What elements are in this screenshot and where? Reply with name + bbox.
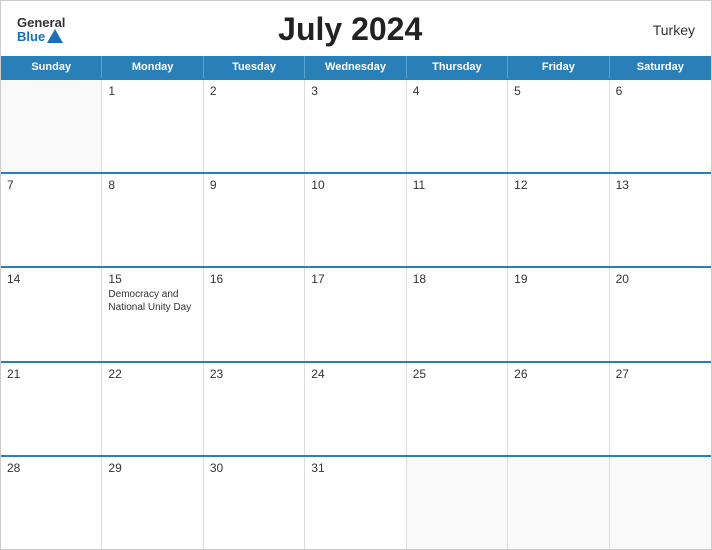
day-cell: 23	[204, 363, 305, 455]
day-cell: 11	[407, 174, 508, 266]
day-cell	[407, 457, 508, 549]
day-number: 17	[311, 272, 399, 286]
day-cell: 4	[407, 80, 508, 172]
day-cell: 25	[407, 363, 508, 455]
day-cell: 8	[102, 174, 203, 266]
day-number: 19	[514, 272, 602, 286]
day-cell: 12	[508, 174, 609, 266]
day-number: 6	[616, 84, 705, 98]
day-number: 10	[311, 178, 399, 192]
day-cell	[610, 457, 711, 549]
day-number: 21	[7, 367, 95, 381]
day-cell: 20	[610, 268, 711, 360]
week-row-5: 28 29 30 31	[1, 455, 711, 549]
week-row-3: 14 15 Democracy and National Unity Day 16 17…	[1, 266, 711, 360]
day-cell: 7	[1, 174, 102, 266]
day-number: 29	[108, 461, 196, 475]
day-number: 14	[7, 272, 95, 286]
logo-blue-text: Blue	[17, 30, 45, 43]
day-cell: 16	[204, 268, 305, 360]
day-cell: 21	[1, 363, 102, 455]
day-number: 15	[108, 272, 196, 286]
day-number: 9	[210, 178, 298, 192]
day-cell: 3	[305, 80, 406, 172]
day-cell: 2	[204, 80, 305, 172]
day-number: 18	[413, 272, 501, 286]
day-cell: 27	[610, 363, 711, 455]
day-number: 27	[616, 367, 705, 381]
day-headers-row: SundayMondayTuesdayWednesdayThursdayFrid…	[1, 56, 711, 78]
day-number: 8	[108, 178, 196, 192]
day-cell: 15 Democracy and National Unity Day	[102, 268, 203, 360]
day-cell	[508, 457, 609, 549]
logo-blue: Blue	[17, 29, 63, 43]
calendar-header: General Blue July 2024 Turkey	[1, 1, 711, 56]
day-cell: 31	[305, 457, 406, 549]
day-header-sunday: Sunday	[1, 56, 102, 78]
day-number: 25	[413, 367, 501, 381]
day-cell: 10	[305, 174, 406, 266]
country-name: Turkey	[635, 22, 695, 38]
day-number: 5	[514, 84, 602, 98]
day-number: 2	[210, 84, 298, 98]
day-cell: 26	[508, 363, 609, 455]
day-cell: 30	[204, 457, 305, 549]
day-header-wednesday: Wednesday	[305, 56, 406, 78]
day-number: 4	[413, 84, 501, 98]
day-number: 7	[7, 178, 95, 192]
day-cell: 6	[610, 80, 711, 172]
day-number: 16	[210, 272, 298, 286]
week-row-4: 21 22 23 24 25 26 27	[1, 361, 711, 455]
day-cell: 1	[102, 80, 203, 172]
calendar-container: General Blue July 2024 Turkey SundayMond…	[0, 0, 712, 550]
day-header-thursday: Thursday	[407, 56, 508, 78]
day-number: 11	[413, 178, 501, 192]
logo-area: General Blue	[17, 16, 65, 43]
day-cell: 22	[102, 363, 203, 455]
day-cell: 17	[305, 268, 406, 360]
day-number: 3	[311, 84, 399, 98]
day-number: 26	[514, 367, 602, 381]
day-number: 22	[108, 367, 196, 381]
day-cell: 9	[204, 174, 305, 266]
day-number: 28	[7, 461, 95, 475]
day-header-tuesday: Tuesday	[204, 56, 305, 78]
day-cell: 28	[1, 457, 102, 549]
day-number: 12	[514, 178, 602, 192]
day-header-monday: Monday	[102, 56, 203, 78]
logo-triangle-icon	[47, 29, 63, 43]
day-header-friday: Friday	[508, 56, 609, 78]
day-number: 30	[210, 461, 298, 475]
day-cell: 18	[407, 268, 508, 360]
day-cell: 19	[508, 268, 609, 360]
day-cell: 13	[610, 174, 711, 266]
day-number: 13	[616, 178, 705, 192]
day-header-saturday: Saturday	[610, 56, 711, 78]
day-number: 31	[311, 461, 399, 475]
day-number: 20	[616, 272, 705, 286]
day-number: 24	[311, 367, 399, 381]
logo-general: General	[17, 16, 65, 29]
calendar-title: July 2024	[65, 11, 635, 48]
day-number: 1	[108, 84, 196, 98]
weeks-container: 123456789101112131415Democracy and Natio…	[1, 78, 711, 549]
day-cell: 5	[508, 80, 609, 172]
week-row-2: 789 10 11 12 13	[1, 172, 711, 266]
day-event: Democracy and National Unity Day	[108, 288, 196, 314]
week-row-1: 123456	[1, 78, 711, 172]
day-cell: 14	[1, 268, 102, 360]
calendar-grid: SundayMondayTuesdayWednesdayThursdayFrid…	[1, 56, 711, 549]
day-cell	[1, 80, 102, 172]
day-cell: 24	[305, 363, 406, 455]
day-cell: 29	[102, 457, 203, 549]
day-number: 23	[210, 367, 298, 381]
